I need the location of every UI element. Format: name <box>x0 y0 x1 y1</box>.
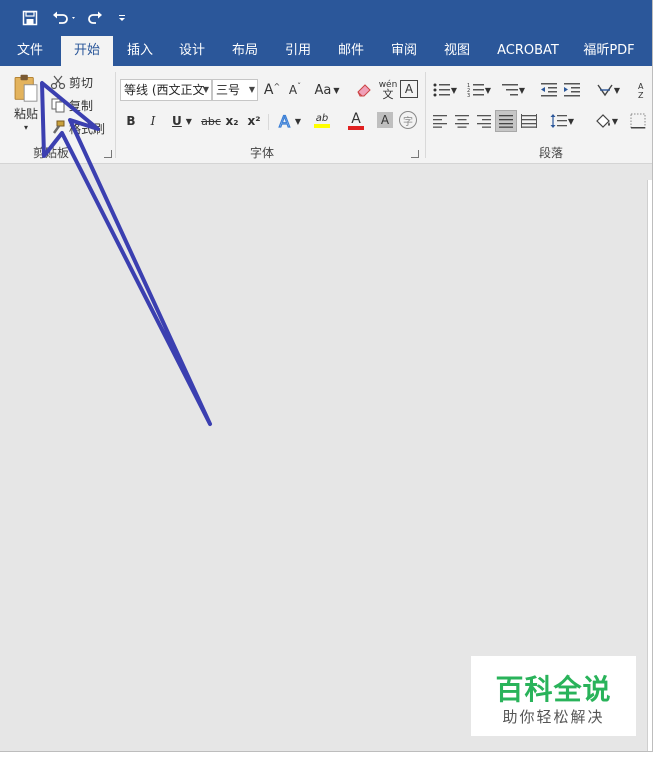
watermark-subtitle: 助你轻松解决 <box>502 708 605 726</box>
annotation-arrow <box>40 81 212 426</box>
watermark-title: 百科全说 <box>495 673 612 706</box>
word-window: 文件 开始 插入 设计 布局 引用 邮件 审阅 视图 ACROBAT 福昕PDF… <box>0 0 653 752</box>
watermark-badge: 百科全说 助你轻松解决 <box>471 656 636 736</box>
